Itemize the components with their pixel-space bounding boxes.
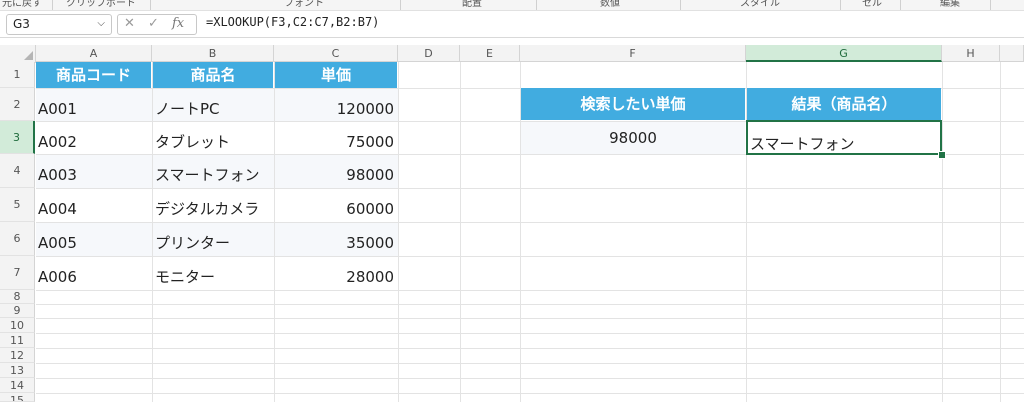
row-header-13[interactable]: 13 (0, 363, 35, 378)
name-box-value: G3 (13, 17, 30, 31)
cell-b6[interactable]: プリンター (153, 223, 274, 256)
row-header-2[interactable]: 2 (0, 88, 35, 121)
cell-g3-result[interactable]: スマートフォン (746, 120, 942, 155)
row-header-15[interactable]: 15 (0, 393, 35, 402)
ribbon-strip: 元に戻す クリップボード フォント 配置 数値 スタイル セル 編集 (0, 0, 1024, 11)
row-header-9[interactable]: 9 (0, 304, 35, 318)
header-cell-product-code[interactable]: 商品コード (36, 62, 151, 88)
row-header-10[interactable]: 10 (0, 318, 35, 333)
cell-b2[interactable]: ノートPC (153, 89, 274, 121)
select-all-triangle-icon (24, 51, 33, 60)
row-header-3[interactable]: 3 (0, 121, 35, 154)
gridline (36, 290, 1024, 291)
row-header-1[interactable]: 1 (0, 62, 35, 88)
cell-c6[interactable]: 35000 (275, 223, 398, 256)
gridline (36, 318, 1024, 319)
cell-a2[interactable]: A001 (36, 89, 152, 121)
ribbon-group-undo[interactable]: 元に戻す (2, 0, 42, 9)
name-box[interactable]: G3 ⌵ (6, 14, 112, 35)
ribbon-separator (400, 0, 401, 10)
cell-a4[interactable]: A003 (36, 155, 152, 188)
row-header-6[interactable]: 6 (0, 222, 35, 256)
gridline (36, 333, 1024, 334)
ribbon-group-editing[interactable]: 編集 (940, 0, 960, 9)
cell-a7[interactable]: A006 (36, 257, 152, 290)
header-cell-unit-price[interactable]: 単価 (275, 62, 397, 88)
cancel-icon[interactable]: ✕ (124, 16, 135, 31)
row-header-4[interactable]: 4 (0, 154, 35, 188)
gridline (36, 304, 1024, 305)
cell-b7[interactable]: モニター (153, 257, 274, 290)
column-header-i[interactable] (1000, 45, 1024, 62)
gridline (36, 378, 1024, 379)
row-header-7[interactable]: 7 (0, 256, 35, 290)
cell-a5[interactable]: A004 (36, 189, 152, 222)
column-header-c[interactable]: C (274, 45, 398, 62)
column-header-g[interactable]: G (746, 45, 942, 62)
gridline (1000, 62, 1001, 402)
fill-handle[interactable] (938, 151, 946, 159)
column-header-a[interactable]: A (36, 45, 152, 62)
cell-b3[interactable]: タブレット (153, 122, 274, 154)
ribbon-group-number[interactable]: 数値 (600, 0, 620, 9)
cell-a3[interactable]: A002 (36, 122, 152, 154)
header-cell-result-name[interactable]: 結果（商品名） (747, 88, 941, 120)
ribbon-separator (680, 0, 681, 10)
select-all-button[interactable] (0, 45, 36, 63)
gridline (460, 62, 461, 402)
gridline (36, 363, 1024, 364)
cell-a6[interactable]: A005 (36, 223, 152, 256)
spreadsheet-grid: A B C D E F G H 1 2 3 4 5 6 7 8 9 10 11 … (0, 45, 1024, 402)
row-header-12[interactable]: 12 (0, 348, 35, 363)
column-header-d[interactable]: D (398, 45, 460, 62)
row-header-14[interactable]: 14 (0, 378, 35, 393)
header-cell-product-name[interactable]: 商品名 (153, 62, 273, 88)
formula-input[interactable]: =XLOOKUP(F3,C2:C7,B2:B7) (206, 15, 379, 29)
insert-function-icon[interactable]: fx (172, 16, 184, 31)
ribbon-separator (990, 0, 991, 10)
gridline (942, 62, 943, 402)
ribbon-separator (840, 0, 841, 10)
cell-c7[interactable]: 28000 (275, 257, 398, 290)
cell-b4[interactable]: スマートフォン (153, 155, 274, 188)
row-header-8[interactable]: 8 (0, 290, 35, 304)
gridline (398, 62, 399, 402)
ribbon-separator (536, 0, 537, 10)
cell-c3[interactable]: 75000 (275, 122, 398, 154)
header-cell-search-price[interactable]: 検索したい単価 (521, 88, 745, 120)
column-header-e[interactable]: E (460, 45, 520, 62)
ribbon-group-styles[interactable]: スタイル (740, 0, 780, 9)
row-header-5[interactable]: 5 (0, 188, 35, 222)
cell-c5[interactable]: 60000 (275, 189, 398, 222)
gridline (36, 348, 1024, 349)
column-header-f[interactable]: F (520, 45, 746, 62)
column-header-h[interactable]: H (942, 45, 1000, 62)
ribbon-separator (150, 0, 151, 10)
column-header-b[interactable]: B (152, 45, 274, 62)
ribbon-group-font[interactable]: フォント (284, 0, 324, 9)
ribbon-group-cells[interactable]: セル (862, 0, 882, 9)
chevron-down-icon[interactable]: ⌵ (97, 18, 105, 29)
ribbon-group-clipboard[interactable]: クリップボード (66, 0, 136, 9)
row-header-11[interactable]: 11 (0, 333, 35, 348)
cell-c4[interactable]: 98000 (275, 155, 398, 188)
ribbon-separator (900, 0, 901, 10)
formula-buttons: ✕ ✓ fx (117, 14, 197, 35)
ribbon-group-alignment[interactable]: 配置 (462, 0, 482, 9)
cell-c2[interactable]: 120000 (275, 89, 398, 121)
cell-f3-search-value[interactable]: 98000 (521, 122, 745, 154)
formula-bar: G3 ⌵ ✕ ✓ fx =XLOOKUP(F3,C2:C7,B2:B7) (0, 11, 1024, 38)
cell-b5[interactable]: デジタルカメラ (153, 189, 274, 222)
confirm-check-icon[interactable]: ✓ (148, 16, 159, 31)
ribbon-separator (52, 0, 53, 10)
gridline (36, 393, 1024, 394)
